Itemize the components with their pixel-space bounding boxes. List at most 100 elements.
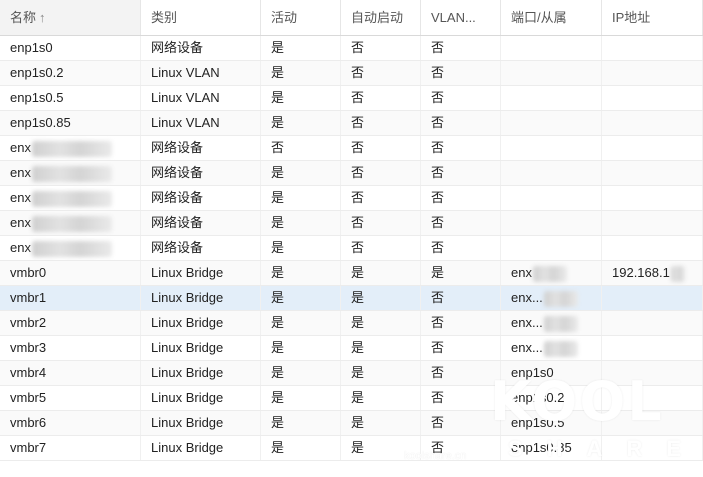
active-cell: 是: [261, 61, 341, 85]
autostart-cell: 否: [341, 211, 421, 235]
type-cell: 网络设备: [141, 186, 261, 210]
redacted-blur: [670, 265, 685, 282]
autostart-cell: 是: [341, 361, 421, 385]
ip-cell: [602, 161, 703, 185]
ports-cell: enp1s0.85: [501, 436, 602, 460]
vlan-cell: 否: [421, 161, 501, 185]
table-row[interactable]: enx 网络设备 是 否 否: [0, 186, 703, 211]
cell-text: Linux Bridge: [151, 290, 224, 305]
column-header-type[interactable]: 类别: [141, 0, 261, 35]
column-header-active[interactable]: 活动: [261, 0, 341, 35]
cell-text: 否: [351, 40, 365, 55]
ports-cell: [501, 161, 602, 185]
table-row[interactable]: enx 网络设备 否 否 否: [0, 136, 703, 161]
ports-cell: [501, 211, 602, 235]
active-cell: 否: [261, 136, 341, 160]
active-cell: 是: [261, 36, 341, 60]
type-cell: Linux VLAN: [141, 111, 261, 135]
cell-text: 网络设备: [151, 40, 204, 55]
cell-text: 是: [271, 165, 285, 180]
cell-text: 否: [431, 215, 445, 230]
type-cell: 网络设备: [141, 36, 261, 60]
column-header-ip[interactable]: IP地址: [602, 0, 703, 35]
name-cell: vmbr6: [0, 411, 141, 435]
ip-cell: [602, 311, 703, 335]
vlan-cell: 否: [421, 211, 501, 235]
table-row[interactable]: vmbr3 Linux Bridge 是 是 否 enx...: [0, 336, 703, 361]
cell-text: vmbr5: [10, 390, 47, 405]
cell-text: enp1s0: [10, 40, 53, 55]
active-cell: 是: [261, 361, 341, 385]
redacted-blur: [532, 265, 567, 282]
column-header-autostart[interactable]: 自动启动: [341, 0, 421, 35]
cell-text: Linux Bridge: [151, 415, 224, 430]
cell-text: 否: [431, 90, 445, 105]
table-row[interactable]: enp1s0 网络设备 是 否 否: [0, 36, 703, 61]
autostart-cell: 是: [341, 261, 421, 285]
column-header-name[interactable]: 名称 ↑: [0, 0, 141, 35]
autostart-cell: 否: [341, 86, 421, 110]
vlan-cell: 否: [421, 186, 501, 210]
autostart-cell: 否: [341, 61, 421, 85]
cell-text: 否: [351, 140, 365, 155]
table-row[interactable]: vmbr2 Linux Bridge 是 是 否 enx...: [0, 311, 703, 336]
cell-text: 是: [271, 115, 285, 130]
autostart-cell: 是: [341, 386, 421, 410]
table-row[interactable]: enp1s0.85 Linux VLAN 是 否 否: [0, 111, 703, 136]
table-row[interactable]: enx 网络设备 是 否 否: [0, 161, 703, 186]
type-cell: Linux Bridge: [141, 311, 261, 335]
table-row[interactable]: vmbr6 Linux Bridge 是 是 否 enp1s0.5: [0, 411, 703, 436]
cell-text: 是: [351, 415, 365, 430]
table-row[interactable]: vmbr7 Linux Bridge 是 是 否 enp1s0.85: [0, 436, 703, 461]
ip-cell: [602, 436, 703, 460]
table-row[interactable]: vmbr4 Linux Bridge 是 是 否 enp1s0: [0, 361, 703, 386]
cell-text: Linux Bridge: [151, 315, 224, 330]
active-cell: 是: [261, 236, 341, 260]
cell-text: enx: [10, 190, 31, 205]
table-row[interactable]: vmbr0 Linux Bridge 是 是 是 enx 192.168.1: [0, 261, 703, 286]
autostart-cell: 是: [341, 436, 421, 460]
name-cell: enx: [0, 161, 141, 185]
cell-text: enx: [10, 165, 31, 180]
column-header-ports[interactable]: 端口/从属: [501, 0, 602, 35]
table-row[interactable]: enx 网络设备 是 否 否: [0, 236, 703, 261]
ip-cell: [602, 361, 703, 385]
autostart-cell: 否: [341, 36, 421, 60]
cell-text: 否: [351, 65, 365, 80]
cell-text: 否: [431, 290, 445, 305]
cell-text: 是: [351, 290, 365, 305]
table-row[interactable]: enp1s0.5 Linux VLAN 是 否 否: [0, 86, 703, 111]
name-cell: enp1s0.85: [0, 111, 141, 135]
column-label: 活动: [271, 10, 298, 25]
table-row[interactable]: enp1s0.2 Linux VLAN 是 否 否: [0, 61, 703, 86]
ip-cell: [602, 86, 703, 110]
ip-cell: [602, 61, 703, 85]
table-row[interactable]: vmbr5 Linux Bridge 是 是 否 enp1s0.2: [0, 386, 703, 411]
active-cell: 是: [261, 186, 341, 210]
name-cell: enp1s0.5: [0, 86, 141, 110]
table-row[interactable]: vmbr1 Linux Bridge 是 是 否 enx...: [0, 286, 703, 311]
vlan-cell: 否: [421, 86, 501, 110]
ports-cell: [501, 236, 602, 260]
active-cell: 是: [261, 286, 341, 310]
type-cell: Linux Bridge: [141, 336, 261, 360]
type-cell: Linux Bridge: [141, 386, 261, 410]
cell-text: 否: [431, 65, 445, 80]
vlan-cell: 否: [421, 136, 501, 160]
table-row[interactable]: enx 网络设备 是 否 否: [0, 211, 703, 236]
cell-text: 是: [271, 240, 285, 255]
cell-text: 否: [351, 115, 365, 130]
cell-text: 是: [271, 265, 285, 280]
redacted-blur: [543, 290, 578, 307]
cell-text: Linux VLAN: [151, 115, 220, 130]
active-cell: 是: [261, 86, 341, 110]
vlan-cell: 否: [421, 336, 501, 360]
type-cell: Linux Bridge: [141, 286, 261, 310]
cell-text: 否: [431, 165, 445, 180]
redacted-blur: [31, 215, 112, 232]
name-cell: vmbr2: [0, 311, 141, 335]
column-header-vlan[interactable]: VLAN...: [421, 0, 501, 35]
name-cell: vmbr4: [0, 361, 141, 385]
cell-text: 网络设备: [151, 215, 204, 230]
cell-text: 否: [431, 440, 445, 455]
